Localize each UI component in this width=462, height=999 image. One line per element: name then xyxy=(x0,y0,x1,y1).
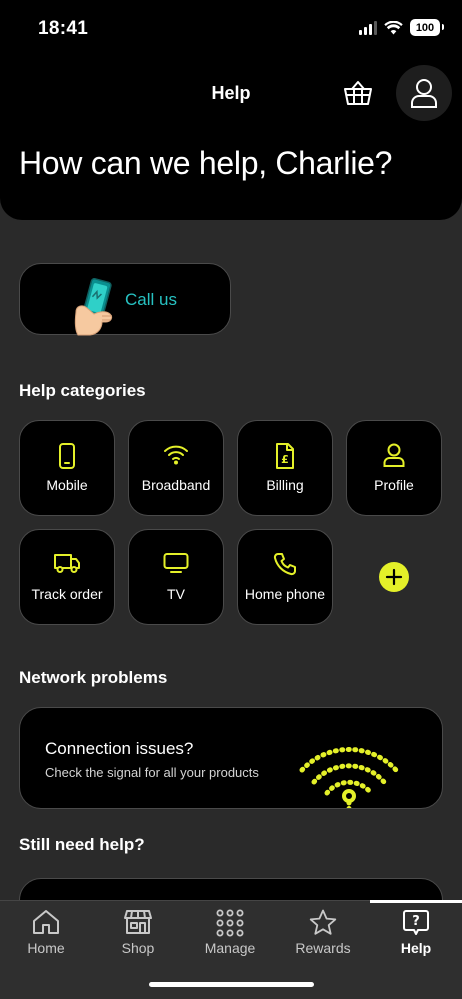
nav-item-help[interactable]: ? Help xyxy=(370,907,462,959)
profile-button[interactable] xyxy=(396,65,452,121)
category-home-phone[interactable]: Home phone xyxy=(237,529,333,625)
help-icon: ? xyxy=(403,910,429,935)
status-time: 18:41 xyxy=(38,18,89,39)
nav-active-indicator xyxy=(370,900,462,903)
shop-icon xyxy=(124,910,152,934)
connection-issues-title: Connection issues? xyxy=(45,739,194,758)
category-label: Mobile xyxy=(46,477,88,493)
home-indicator xyxy=(149,982,314,987)
nav-item-rewards[interactable]: Rewards xyxy=(277,907,369,959)
hand-phone-icon xyxy=(74,278,113,336)
wifi-status-icon xyxy=(384,20,403,34)
category-broadband[interactable]: Broadband xyxy=(128,420,224,516)
nav-item-manage[interactable]: Manage xyxy=(184,907,276,959)
signal-icon xyxy=(359,20,377,35)
call-us-label: Call us xyxy=(125,290,177,309)
network-problems-title: Network problems xyxy=(19,668,168,687)
category-track-order[interactable]: Track order xyxy=(19,529,115,625)
status-icons: 100 xyxy=(359,19,444,36)
category-label: TV xyxy=(167,586,185,602)
page-title: Help xyxy=(211,83,251,103)
category-label: Billing xyxy=(266,477,304,493)
van-icon xyxy=(54,554,80,573)
basket-button[interactable] xyxy=(340,75,376,111)
still-need-help-title: Still need help? xyxy=(19,835,145,854)
plus-icon xyxy=(385,568,403,586)
nav-label: Manage xyxy=(204,940,256,956)
category-profile[interactable]: Profile xyxy=(346,420,442,516)
battery-icon: 100 xyxy=(410,19,444,36)
nav-label: Help xyxy=(400,940,432,956)
user-icon xyxy=(411,79,437,108)
wifi-icon xyxy=(164,445,188,465)
home-icon xyxy=(33,910,59,934)
connection-issues-card[interactable]: Connection issues? Check the signal for … xyxy=(19,707,443,809)
category-label: Broadband xyxy=(141,477,211,493)
grid-icon xyxy=(216,909,244,937)
category-tv[interactable]: TV xyxy=(128,529,224,625)
nav-item-home[interactable]: Home xyxy=(0,907,92,959)
call-us-button[interactable]: Call us xyxy=(19,263,231,336)
nav-label: Home xyxy=(27,940,65,956)
greeting-heading: How can we help, Charlie? xyxy=(19,145,393,181)
category-billing[interactable]: £ Billing xyxy=(237,420,333,516)
connection-issues-subtitle: Check the signal for all your products xyxy=(45,765,259,780)
category-mobile[interactable]: Mobile xyxy=(19,420,115,516)
help-categories-title: Help categories xyxy=(19,381,146,400)
category-label: Home phone xyxy=(244,586,326,602)
phone-icon xyxy=(273,553,296,576)
nav-label: Shop xyxy=(121,940,155,956)
nav-item-shop[interactable]: Shop xyxy=(92,907,184,959)
bill-icon: £ xyxy=(276,443,294,469)
svg-text:£: £ xyxy=(281,453,289,466)
nav-label: Rewards xyxy=(295,940,351,956)
svg-text:?: ? xyxy=(412,914,420,929)
category-label: Profile xyxy=(374,477,414,493)
category-label: Track order xyxy=(31,586,103,602)
mobile-icon xyxy=(59,443,75,469)
help-screen: 18:41 100 Help How can we help, Charlie?… xyxy=(0,0,462,999)
user-icon xyxy=(383,443,405,467)
star-icon xyxy=(309,909,337,935)
more-categories-button[interactable] xyxy=(379,562,409,592)
signal-illustration-icon xyxy=(299,746,399,808)
basket-icon xyxy=(344,81,372,105)
header: 18:41 100 Help How can we help, Charlie? xyxy=(0,0,462,220)
tv-icon xyxy=(163,553,189,573)
